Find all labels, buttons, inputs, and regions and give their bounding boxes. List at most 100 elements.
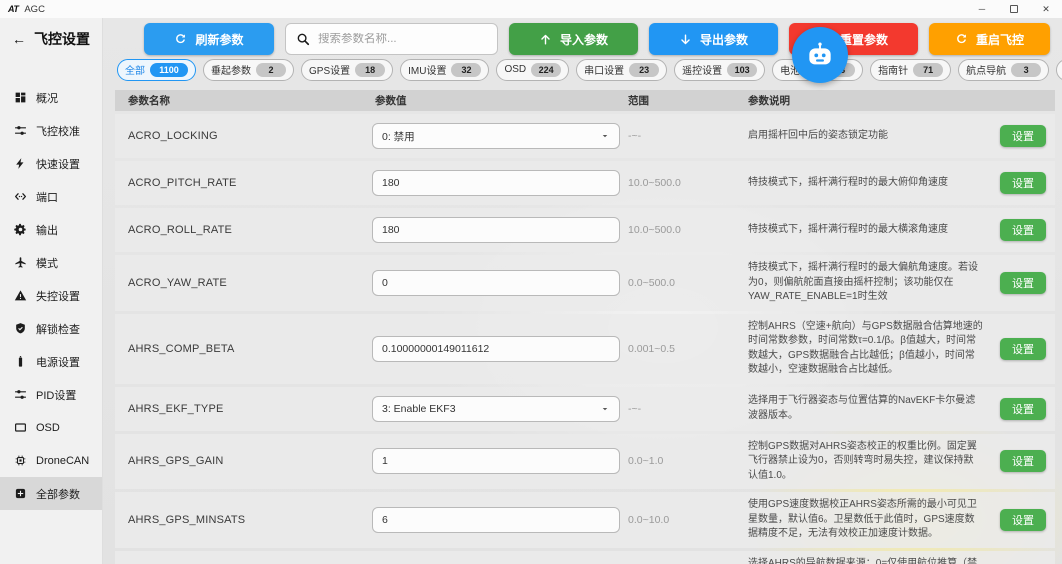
window-controls: ─ ✕ bbox=[966, 0, 1062, 18]
set-param-button[interactable]: 设置 bbox=[1000, 125, 1046, 147]
sidebar-item-osd[interactable]: OSD bbox=[0, 411, 102, 444]
param-value-control[interactable]: 0.10000000149011612 bbox=[372, 336, 620, 362]
param-value-control[interactable]: 0: 禁用 bbox=[372, 123, 620, 149]
filter-chip[interactable]: 指南针 71 bbox=[870, 59, 951, 81]
param-description: 控制AHRS（空速+航向）与GPS数据融合估算地速的时间常数参数，时间常数τ=0… bbox=[738, 320, 991, 378]
toolbar: 刷新参数 导入参数 导出参数 重置参数 bbox=[103, 18, 1062, 55]
restart-icon bbox=[955, 33, 968, 46]
sidebar-nav: 概况 飞控校准 快速设置 端口 bbox=[0, 81, 102, 510]
filter-chip[interactable]: 垂起参数 2 bbox=[203, 59, 294, 81]
sidebar-item-quick-setup[interactable]: 快速设置 bbox=[0, 147, 102, 180]
param-row: ACRO_PITCH_RATE 180 10.0~500.0 特技模式下，摇杆满… bbox=[115, 161, 1055, 205]
param-value-control[interactable]: 3: Enable EKF3 bbox=[372, 396, 620, 422]
filter-chip[interactable]: 遥控设置 103 bbox=[674, 59, 765, 81]
set-param-button[interactable]: 设置 bbox=[1000, 219, 1046, 241]
sidebar-item-overview[interactable]: 概况 bbox=[0, 81, 102, 114]
param-value-control[interactable]: 0 bbox=[372, 270, 620, 296]
sidebar-item-label: 电源设置 bbox=[36, 354, 80, 370]
params-table: 参数名称 参数值 范围 参数说明 ACRO_LOCKING 0: 禁用 bbox=[115, 90, 1055, 564]
filter-chip[interactable]: GPS设置 18 bbox=[301, 59, 393, 81]
sidebar-item-label: 飞控校准 bbox=[36, 123, 80, 139]
import-params-button[interactable]: 导入参数 bbox=[509, 23, 638, 55]
sidebar-item-calibration[interactable]: 飞控校准 bbox=[0, 114, 102, 147]
assistant-robot-button[interactable] bbox=[792, 27, 848, 83]
sidebar-item-icon bbox=[14, 454, 27, 467]
reboot-fc-button[interactable]: 重启飞控 bbox=[929, 23, 1050, 55]
param-value-text: 180 bbox=[382, 177, 400, 189]
sidebar-item-power[interactable]: 电源设置 bbox=[0, 345, 102, 378]
app-logo: AT bbox=[8, 4, 18, 14]
sidebar-item-output[interactable]: 输出 bbox=[0, 213, 102, 246]
chevron-down-icon bbox=[600, 131, 610, 141]
filter-chip[interactable]: 航点导航 3 bbox=[958, 59, 1049, 81]
titlebar: AT AGC ─ ✕ bbox=[0, 0, 1062, 18]
set-param-button[interactable]: 设置 bbox=[1000, 338, 1046, 360]
param-value-control[interactable]: 180 bbox=[372, 217, 620, 243]
header-param-name: 参数名称 bbox=[115, 93, 370, 108]
param-description: 特技模式下，摇杆满行程时的最大偏航角速度。若设为0，则偏航舵面直接由摇杆控制；该… bbox=[738, 261, 991, 305]
sidebar-item-pid[interactable]: PID设置 bbox=[0, 378, 102, 411]
param-name: ACRO_ROLL_RATE bbox=[115, 224, 370, 236]
page-title: 飞控设置 bbox=[34, 29, 90, 49]
sidebar-item-icon bbox=[14, 487, 27, 500]
filter-chip-count: 32 bbox=[451, 63, 481, 77]
param-description: 特技模式下，摇杆满行程时的最大俯仰角速度 bbox=[738, 176, 991, 191]
sidebar-item-label: 快速设置 bbox=[36, 156, 80, 172]
sidebar-item-label: 全部参数 bbox=[36, 486, 80, 502]
param-range: 10.0~500.0 bbox=[623, 224, 738, 236]
sidebar-item-failsafe[interactable]: 失控设置 bbox=[0, 279, 102, 312]
filter-chip[interactable]: IMU设置 32 bbox=[400, 59, 489, 81]
param-name: AHRS_GPS_GAIN bbox=[115, 455, 370, 467]
param-value-control[interactable]: 1 bbox=[372, 448, 620, 474]
sidebar-item-label: OSD bbox=[36, 422, 60, 434]
search-box[interactable] bbox=[285, 23, 498, 55]
refresh-params-button[interactable]: 刷新参数 bbox=[144, 23, 274, 55]
param-description: 选择用于飞行器姿态与位置估算的NavEKF卡尔曼滤波器版本。 bbox=[738, 394, 991, 423]
sidebar-item-arm-checks[interactable]: 解锁检查 bbox=[0, 312, 102, 345]
logo-area: AT AGC bbox=[8, 4, 45, 15]
search-input[interactable] bbox=[318, 33, 487, 45]
sidebar-item-icon bbox=[14, 190, 27, 203]
sidebar-item-dronecan[interactable]: DroneCAN bbox=[0, 444, 102, 477]
sidebar-item-ports[interactable]: 端口 bbox=[0, 180, 102, 213]
filter-chip-label: OSD bbox=[504, 64, 526, 75]
close-button[interactable]: ✕ bbox=[1030, 0, 1062, 18]
sidebar-item-all-params[interactable]: 全部参数 bbox=[0, 477, 102, 510]
set-param-button[interactable]: 设置 bbox=[1000, 398, 1046, 420]
arrow-down-icon bbox=[679, 33, 692, 46]
param-description: 控制GPS数据对AHRS姿态校正的权重比例。固定翼飞行器禁止设为0，否则转弯时易… bbox=[738, 440, 991, 484]
filter-chip-label: 指南针 bbox=[878, 62, 908, 77]
filter-chips: 全部 1100 垂起参数 2 GPS设置 18 IMU设置 bbox=[103, 55, 1062, 81]
set-param-button[interactable]: 设置 bbox=[1000, 172, 1046, 194]
filter-chip[interactable]: 串口设置 23 bbox=[576, 59, 667, 81]
param-value-control[interactable]: 180 bbox=[372, 170, 620, 196]
set-param-button[interactable]: 设置 bbox=[1000, 509, 1046, 531]
header-range: 范围 bbox=[623, 93, 738, 108]
param-row: AHRS_GPS_MINSATS 6 0.0~10.0 使用GPS速度数据校正A… bbox=[115, 492, 1055, 548]
sidebar-item-label: 概况 bbox=[36, 90, 58, 106]
param-description: 启用摇杆回中后的姿态锁定功能 bbox=[738, 129, 991, 144]
maximize-button[interactable] bbox=[998, 0, 1030, 18]
set-param-button[interactable]: 设置 bbox=[1000, 272, 1046, 294]
export-params-button[interactable]: 导出参数 bbox=[649, 23, 778, 55]
param-name: ACRO_LOCKING bbox=[115, 130, 370, 142]
minimize-button[interactable]: ─ bbox=[966, 0, 998, 18]
param-value-text: 1 bbox=[382, 455, 388, 467]
param-range: 0.0~1.0 bbox=[623, 455, 738, 467]
filter-chip[interactable]: 返航设置 4 bbox=[1056, 59, 1062, 81]
param-name: AHRS_GPS_MINSATS bbox=[115, 514, 370, 526]
filter-chip-label: GPS设置 bbox=[309, 62, 350, 77]
set-param-button[interactable]: 设置 bbox=[1000, 450, 1046, 472]
sidebar-item-modes[interactable]: 模式 bbox=[0, 246, 102, 279]
filter-chip-count: 18 bbox=[355, 63, 385, 77]
param-value-text: 3: Enable EKF3 bbox=[382, 403, 456, 415]
back-button[interactable]: ← bbox=[12, 31, 26, 47]
param-description: 使用GPS速度数据校正AHRS姿态所需的最小可见卫星数量，默认值6。卫星数低于此… bbox=[738, 498, 991, 542]
param-value-text: 180 bbox=[382, 224, 400, 236]
filter-chip-label: 串口设置 bbox=[584, 62, 624, 77]
table-header: 参数名称 参数值 范围 参数说明 bbox=[115, 90, 1055, 111]
filter-chip[interactable]: OSD 224 bbox=[496, 59, 569, 81]
main-content: 刷新参数 导入参数 导出参数 重置参数 bbox=[103, 18, 1062, 564]
filter-chip[interactable]: 全部 1100 bbox=[117, 59, 196, 81]
param-value-control[interactable]: 6 bbox=[372, 507, 620, 533]
